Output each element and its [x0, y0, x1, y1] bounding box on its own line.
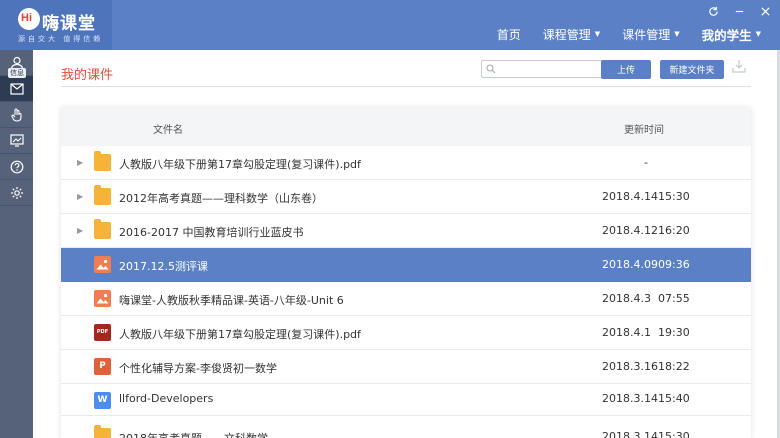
folder-icon: [94, 425, 111, 438]
top-bar: Hi 嗨课堂 源自交大 值得信赖 首页 课程管理 ▼ 课件管理 ▼ 我的学生 ▼: [0, 0, 780, 50]
nav-home-label: 首页: [496, 27, 521, 42]
nav-my-students[interactable]: 我的学生 ▼: [691, 24, 772, 44]
chevron-down-icon: ▼: [674, 30, 680, 38]
hand-pointer-icon: [10, 107, 22, 122]
file-name: 嗨课堂-人教版秋季精品课-英语-八年级-Unit 6: [119, 294, 344, 307]
file-name: 2012年高考真题——理科数学（山东卷）: [119, 192, 323, 205]
nav-courseware-label: 课件管理: [622, 27, 671, 42]
table-row[interactable]: 2018年高考真题——文科数学 2018.3.14 15:30: [61, 416, 751, 438]
folder-icon: [94, 185, 111, 205]
search-input[interactable]: [481, 60, 613, 78]
file-date: 2018.4.3: [602, 292, 651, 305]
minimize-icon[interactable]: [732, 4, 746, 18]
title-divider: [61, 86, 751, 87]
file-name: 人教版八年级下册第17章勾股定理(复习课件).pdf: [119, 158, 361, 171]
file-name: 个性化辅导方案-李俊贤初一数学: [119, 362, 277, 375]
chevron-down-icon: ▼: [594, 30, 601, 38]
sidebar-monitor[interactable]: [0, 128, 33, 154]
file-name: 人教版八年级下册第17章勾股定理(复习课件).pdf: [119, 328, 361, 341]
sidebar-help[interactable]: [0, 154, 33, 180]
refresh-icon[interactable]: [706, 4, 720, 18]
table-row[interactable]: 嗨课堂-人教版秋季精品课-英语-八年级-Unit 6 2018.4.3 07:5…: [61, 282, 751, 316]
image-file-icon: [94, 256, 111, 273]
nav-course-label: 课程管理: [542, 27, 591, 42]
expand-arrow-icon[interactable]: ▶: [77, 192, 83, 201]
sidebar-messages[interactable]: [0, 76, 33, 102]
file-time: 18:22: [658, 360, 690, 373]
nav-course-management[interactable]: 课程管理 ▼: [532, 24, 611, 44]
sidebar-settings[interactable]: [0, 180, 33, 206]
table-row[interactable]: ▶ 2012年高考真题——理科数学（山东卷） 2018.4.14 15:30: [61, 180, 751, 214]
file-date: 2018.4.12: [602, 224, 658, 237]
word-icon: W: [94, 392, 111, 409]
table-row[interactable]: ▶ 人教版八年级下册第17章勾股定理(复习课件).pdf -: [61, 146, 751, 180]
window-controls: [706, 4, 772, 18]
file-name: llford-Developers: [119, 392, 214, 405]
column-header-filename: 文件名: [153, 125, 183, 136]
file-name: 2017.12.5测评课: [119, 260, 208, 273]
ppt-icon: P: [94, 358, 111, 375]
expand-arrow-icon[interactable]: ▶: [77, 226, 83, 235]
logo-slogan: 源自交大 值得信赖: [18, 35, 104, 43]
logo-mark-icon: Hi: [18, 8, 40, 30]
table-row[interactable]: W llford-Developers 2018.3.14 15:40: [61, 384, 751, 416]
folder-icon: [94, 151, 111, 171]
table-header: 文件名 更新时间: [61, 108, 751, 146]
main-content: 我的课件 上传 新建文件夹 文件名 更新时间 ▶ 人教版八年级下册第17章勾股定…: [33, 50, 780, 438]
nav-students-label: 我的学生: [701, 27, 752, 43]
main-nav: 首页 课程管理 ▼ 课件管理 ▼ 我的学生 ▼: [486, 24, 772, 44]
column-header-updated: 更新时间: [624, 125, 664, 136]
file-time: 15:30: [658, 190, 690, 203]
file-date: 2018.3.14: [602, 430, 658, 438]
file-date: -: [644, 156, 648, 169]
mail-icon: [9, 82, 24, 95]
help-icon: [10, 160, 23, 173]
folder-icon: [94, 219, 111, 239]
table-row[interactable]: ▶ 2016-2017 中国教育培训行业蓝皮书 2018.4.12 16:20: [61, 214, 751, 248]
file-date: 2018.4.1: [602, 326, 651, 339]
chevron-down-icon: ▼: [755, 30, 761, 38]
chart-monitor-icon: [9, 134, 24, 147]
file-name: 2016-2017 中国教育培训行业蓝皮书: [119, 226, 304, 239]
page-title: 我的课件: [61, 68, 114, 83]
pdf-icon: PDF: [94, 324, 111, 341]
file-time: 09:36: [658, 258, 690, 271]
file-time: 07:55: [658, 292, 690, 305]
file-date: 2018.4.14: [602, 190, 658, 203]
upload-button[interactable]: 上传: [601, 60, 651, 79]
new-folder-button[interactable]: 新建文件夹: [660, 60, 724, 79]
file-time: 15:30: [658, 430, 690, 438]
logo-text: 嗨课堂: [42, 14, 96, 34]
expand-arrow-icon[interactable]: ▶: [77, 158, 83, 167]
logo: Hi 嗨课堂 源自交大 值得信赖: [0, 0, 112, 50]
table-row[interactable]: P 个性化辅导方案-李俊贤初一数学 2018.3.16 18:22: [61, 350, 751, 384]
table-row-selected[interactable]: 2017.12.5测评课 2018.4.09 09:36: [61, 248, 751, 282]
file-time: 19:30: [658, 326, 690, 339]
gear-icon: [10, 186, 23, 199]
search-icon: [486, 64, 496, 74]
file-table: 文件名 更新时间 ▶ 人教版八年级下册第17章勾股定理(复习课件).pdf - …: [61, 108, 751, 438]
messages-tooltip: 信息: [8, 68, 26, 78]
close-icon[interactable]: [758, 4, 772, 18]
file-time: 15:40: [658, 392, 690, 405]
sidebar-interaction[interactable]: [0, 102, 33, 128]
table-row[interactable]: PDF 人教版八年级下册第17章勾股定理(复习课件).pdf 2018.4.1 …: [61, 316, 751, 350]
file-date: 2018.3.16: [602, 360, 658, 373]
image-file-icon: [94, 290, 111, 307]
file-date: 2018.4.09: [602, 258, 658, 271]
file-time: 16:20: [658, 224, 690, 237]
nav-home[interactable]: 首页: [486, 24, 532, 44]
file-date: 2018.3.14: [602, 392, 658, 405]
file-name: 2018年高考真题——文科数学: [119, 430, 268, 438]
download-icon[interactable]: [731, 58, 747, 74]
sidebar: [0, 50, 33, 438]
logo-mark-text: Hi: [21, 12, 32, 24]
nav-courseware-management[interactable]: 课件管理 ▼: [611, 24, 690, 44]
